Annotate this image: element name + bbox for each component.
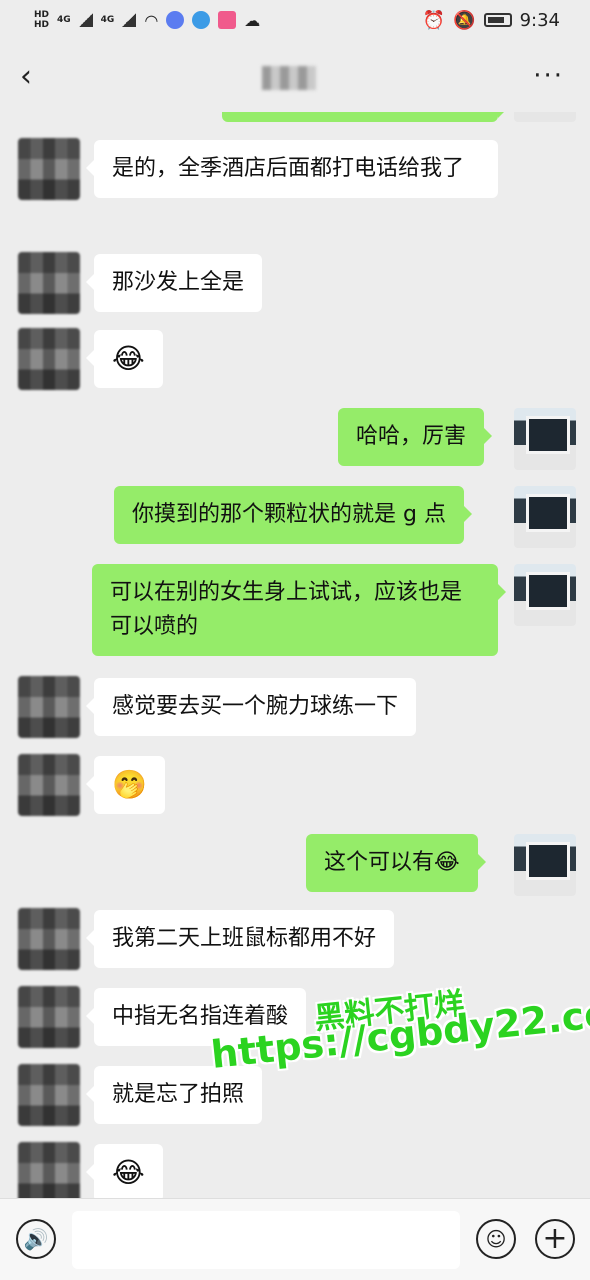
input-bar: 🔊 ☺ + [0,1198,590,1280]
my-avatar[interactable] [514,834,576,896]
message-input[interactable] [72,1211,460,1269]
message-bubble-outgoing[interactable]: 这个可以有😂 [306,834,486,892]
contact-avatar[interactable] [18,138,80,200]
more-actions-plus-icon[interactable]: + [535,1219,575,1259]
message-bubble-outgoing[interactable]: 可以在别的女生身上试试，应该也是可以喷的 [92,564,506,656]
hd-label-1: HD [34,10,50,20]
status-left: HD HD 4G 4G ◠ ☁ [34,10,260,30]
contact-avatar[interactable] [18,252,80,314]
hd-label-2: HD [34,20,50,30]
video-app-icon [218,11,237,29]
more-options-icon[interactable]: ··· [533,61,564,91]
wifi-icon: ◠ [144,10,159,30]
contact-avatar[interactable] [18,1064,80,1126]
emoji-picker-icon[interactable]: ☺ [476,1219,516,1259]
chat-header: ‹ ··· [0,40,590,112]
signal-icon [78,13,93,27]
weather-icon: ☁ [244,10,261,30]
emoji-bubble-incoming[interactable]: 😂 [86,330,163,388]
status-right: ⏰ 🔕 9:34 [423,10,560,31]
hd-indicator: HD HD [34,10,49,30]
signal-icon-2 [122,13,137,27]
contact-avatar[interactable] [18,754,80,816]
message-bubble-incoming[interactable]: 那沙发上全是 [85,254,263,312]
contact-avatar[interactable] [18,986,80,1048]
mute-icon: 🔕 [453,9,476,31]
browser-app-icon [192,11,211,29]
status-time: 9:34 [519,9,560,31]
contact-name-blurred [262,66,316,90]
status-bar: HD HD 4G 4G ◠ ☁ ⏰ 🔕 9:34 [0,0,590,40]
contact-avatar[interactable] [18,908,80,970]
message-bubble-incoming[interactable]: 感觉要去买一个腕力球练一下 [85,678,417,736]
voice-input-icon[interactable]: 🔊 [16,1219,56,1259]
network-label-1: 4G [57,15,71,25]
battery-icon [483,13,512,27]
message-bubble-incoming[interactable]: 就是忘了拍照 [85,1066,263,1124]
network-label-2: 4G [100,15,115,25]
contact-avatar[interactable] [18,1142,80,1198]
my-avatar[interactable] [514,112,576,122]
back-arrow-icon[interactable]: ‹ [20,59,32,94]
partial-outgoing-bubble [222,112,506,122]
music-app-icon [166,11,185,29]
message-bubble-outgoing[interactable]: 哈哈，厉害 [338,408,493,466]
contact-avatar[interactable] [18,328,80,390]
my-avatar[interactable] [514,486,576,548]
message-bubble-incoming[interactable]: 是的，全季酒店后面都打电话给我了 [86,140,498,198]
message-bubble-outgoing[interactable]: 你摸到的那个颗粒状的就是 g 点 [114,486,472,544]
message-bubble-incoming[interactable]: 我第二天上班鼠标都用不好 [85,910,395,968]
my-avatar[interactable] [514,408,576,470]
emoji-bubble-incoming[interactable]: 😂 [86,1144,163,1198]
alarm-icon: ⏰ [422,9,446,31]
contact-avatar[interactable] [18,676,80,738]
emoji-bubble-incoming[interactable]: 🤭 [86,756,165,814]
my-avatar[interactable] [514,564,576,626]
